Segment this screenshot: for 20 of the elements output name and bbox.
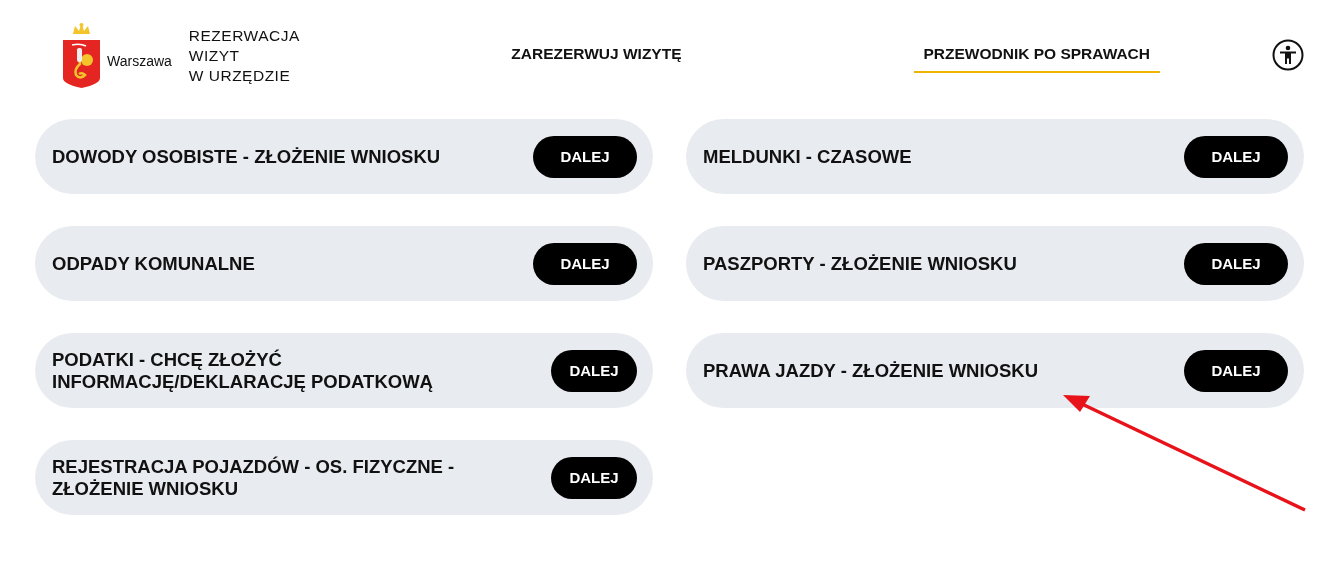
nav-link[interactable]: PRZEWODNIK PO SPRAWACH	[913, 37, 1160, 73]
nav-link[interactable]: ZAREZERWUJ WIZYTĘ	[501, 37, 692, 73]
next-button[interactable]: DALEJ	[1184, 242, 1288, 285]
next-button[interactable]: DALEJ	[533, 242, 637, 285]
service-title: ODPADY KOMUNALNE	[52, 252, 255, 275]
service-title: PODATKI - CHCĘ ZŁOŻYĆ INFORMACJĘ/DEKLARACJĘ PODATKOWĄ	[52, 348, 434, 393]
accessibility-icon[interactable]	[1272, 39, 1304, 71]
service-title: REJESTRACJA POJAZDÓW - OS. FIZYCZNE - ZŁOŻENIE WNIOSKU	[52, 455, 456, 500]
logo-caption: Warszawa	[107, 53, 172, 69]
coat-of-arms-icon	[62, 21, 101, 89]
next-button[interactable]: DALEJ	[551, 456, 637, 499]
service-title: DOWODY OSOBISTE - ZŁOŻENIE WNIOSKU	[52, 145, 441, 168]
next-button[interactable]: DALEJ	[551, 349, 637, 392]
app-title: REZERWACJA WIZYT W URZĘDZIE	[188, 26, 300, 86]
service-title: MELDUNKI - CZASOWE	[703, 145, 912, 168]
service-title: PRAWA JAZDY - ZŁOŻENIE WNIOSKU	[703, 359, 1039, 382]
next-button[interactable]: DALEJ	[533, 135, 637, 178]
next-button[interactable]: DALEJ	[1184, 349, 1288, 392]
next-button[interactable]: DALEJ	[1184, 135, 1288, 178]
service-title: PASZPORTY - ZŁOŻENIE WNIOSKU	[703, 252, 1017, 275]
